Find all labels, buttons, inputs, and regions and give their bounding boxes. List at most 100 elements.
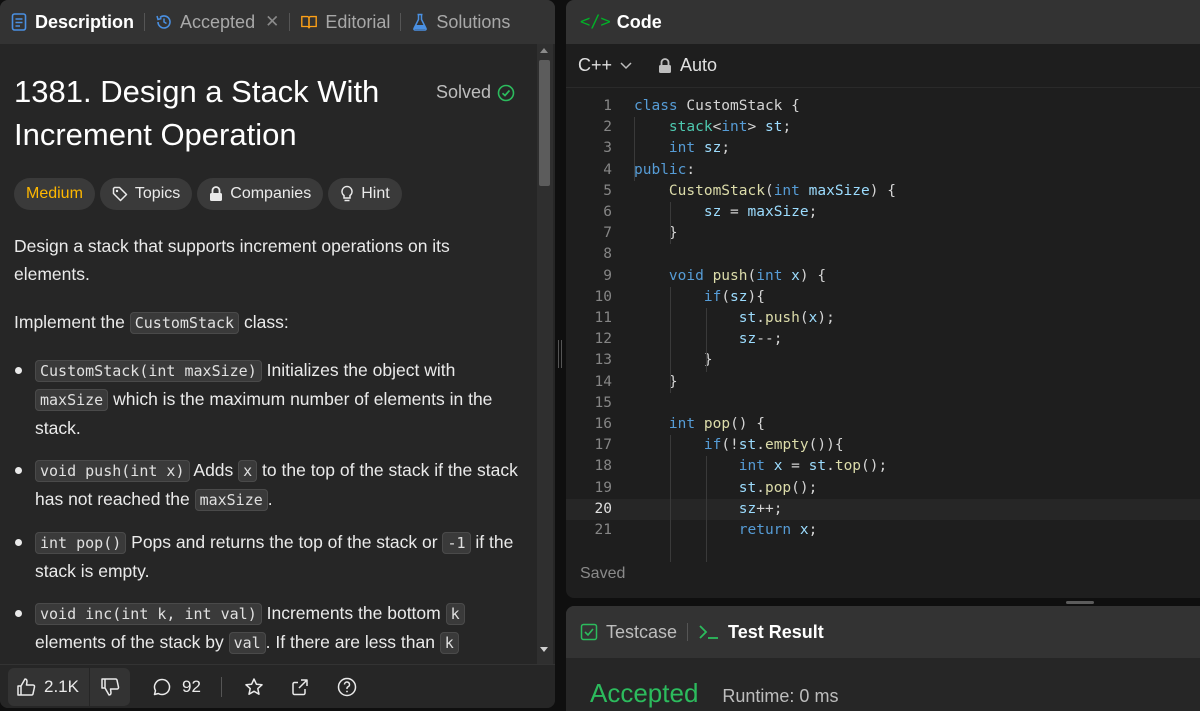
scrollbar-thumb[interactable] bbox=[539, 60, 550, 186]
line-number: 4 bbox=[603, 161, 612, 178]
implement-paragraph: Implement the CustomStack class: bbox=[14, 308, 519, 337]
problem-tags: Medium Topics Companies Hint bbox=[14, 178, 407, 210]
code-line[interactable]: 21 return x; bbox=[566, 520, 1200, 541]
book-icon bbox=[300, 13, 318, 31]
code-line[interactable]: 19 st.pop(); bbox=[566, 478, 1200, 499]
tab-accepted[interactable]: Accepted ✕ bbox=[155, 0, 279, 44]
language-select[interactable]: C++ bbox=[578, 55, 632, 76]
bullet-dot bbox=[15, 610, 22, 617]
code-text: int pop() { bbox=[668, 416, 765, 432]
tab-divider bbox=[144, 13, 146, 31]
code-line[interactable]: 16 int pop() { bbox=[566, 414, 1200, 435]
line-number: 7 bbox=[603, 225, 612, 242]
code-line[interactable]: 14 } bbox=[566, 372, 1200, 393]
code-text: } bbox=[634, 352, 713, 369]
code-line[interactable]: 13 } bbox=[566, 350, 1200, 371]
lightbulb-icon bbox=[340, 185, 354, 203]
code-panel: </> Code C++ Auto 1 class CustomStack {2 … bbox=[566, 0, 1200, 598]
code-line[interactable]: 6 sz = maxSize; bbox=[566, 202, 1200, 223]
code-line[interactable]: 20 sz++; bbox=[566, 498, 1200, 520]
code-line[interactable]: 17 if(!st.empty()){ bbox=[566, 435, 1200, 456]
description-panel: Description Accepted ✕ Editorial Solutio… bbox=[0, 0, 555, 708]
line-number: 19 bbox=[594, 479, 612, 496]
code-line[interactable]: 2 stack<int> st; bbox=[566, 117, 1200, 138]
verdict-label: Accepted bbox=[590, 678, 699, 708]
runtime-label: Runtime: 0 ms bbox=[722, 686, 839, 706]
indent-guide bbox=[670, 286, 671, 393]
help-button[interactable] bbox=[336, 676, 368, 698]
tab-test-result-label: Test Result bbox=[728, 621, 824, 642]
code-text: return x; bbox=[738, 522, 818, 538]
close-icon[interactable]: ✕ bbox=[265, 12, 279, 32]
topics-label: Topics bbox=[134, 185, 181, 202]
code-line[interactable]: 5 CustomStack(int maxSize) { bbox=[566, 181, 1200, 202]
code-text: int sz; bbox=[668, 140, 731, 157]
tab-divider bbox=[289, 13, 291, 31]
inline-code: maxSize bbox=[35, 389, 109, 411]
code-line[interactable]: 1 class CustomStack { bbox=[566, 96, 1200, 117]
language-label: C++ bbox=[578, 55, 613, 75]
indent-guide bbox=[706, 456, 707, 563]
like-button[interactable]: 2.1K bbox=[8, 677, 89, 697]
bullet-text: Initializes the object with bbox=[261, 360, 456, 380]
auto-mode-toggle[interactable]: Auto bbox=[658, 55, 717, 76]
checkbox-icon bbox=[580, 623, 598, 641]
code-text: if(!st.empty()){ bbox=[703, 437, 844, 454]
scroll-up-icon[interactable] bbox=[540, 48, 548, 53]
bullet-dot bbox=[15, 467, 22, 474]
bullet-text: . If there are less than bbox=[265, 632, 440, 652]
lock-icon bbox=[659, 57, 672, 73]
solved-status: Solved bbox=[436, 82, 515, 103]
tab-accepted-label: Accepted bbox=[180, 11, 256, 32]
terminal-icon bbox=[698, 623, 720, 641]
vertical-resize-handle[interactable] bbox=[1066, 601, 1094, 604]
favorite-button[interactable] bbox=[244, 677, 274, 697]
indent-guide bbox=[670, 435, 671, 563]
code-line[interactable]: 18 int x = st.top(); bbox=[566, 456, 1200, 477]
line-number: 16 bbox=[594, 416, 612, 432]
code-line[interactable]: 15 bbox=[566, 393, 1200, 414]
problem-intro: Design a stack that supports increment o… bbox=[14, 236, 450, 284]
bullet-text: elements of the stack by bbox=[35, 632, 229, 652]
code-line[interactable]: 3 int sz; bbox=[566, 138, 1200, 159]
comments-button[interactable]: 92 bbox=[152, 677, 201, 697]
tab-description[interactable]: Description bbox=[10, 0, 134, 44]
tab-editorial[interactable]: Editorial bbox=[300, 0, 390, 44]
code-text: int x = st.top(); bbox=[738, 458, 888, 475]
code-line[interactable]: 4 public: bbox=[566, 160, 1200, 181]
footer-divider bbox=[220, 676, 222, 697]
code-line[interactable]: 11 st.push(x); bbox=[566, 308, 1200, 329]
line-number: 1 bbox=[603, 98, 612, 114]
companies-label: Companies bbox=[230, 185, 312, 202]
code-line[interactable]: 12 sz--; bbox=[566, 329, 1200, 350]
bullet-text: Adds bbox=[189, 460, 239, 480]
difficulty-badge: Medium bbox=[14, 178, 95, 210]
vote-group: 2.1K bbox=[8, 667, 130, 706]
inline-code: -1 bbox=[442, 532, 471, 554]
list-item: void push(int x) Adds x to the top of th… bbox=[14, 456, 519, 514]
line-number: 14 bbox=[594, 373, 612, 390]
share-button[interactable] bbox=[290, 677, 320, 697]
tab-testcase[interactable]: Testcase bbox=[580, 622, 677, 643]
code-text: } bbox=[634, 373, 678, 390]
scroll-down-icon[interactable] bbox=[540, 647, 548, 652]
code-line[interactable]: 8 bbox=[566, 244, 1200, 265]
code-line[interactable]: 7 } bbox=[566, 223, 1200, 244]
hint-button[interactable]: Hint bbox=[328, 178, 402, 210]
tab-solutions[interactable]: Solutions bbox=[411, 0, 510, 44]
lock-icon bbox=[209, 186, 223, 202]
code-line[interactable]: 10 if(sz){ bbox=[566, 287, 1200, 308]
topics-button[interactable]: Topics bbox=[99, 178, 193, 210]
companies-button[interactable]: Companies bbox=[197, 178, 324, 210]
inline-code: void inc(int k, int val) bbox=[35, 603, 262, 625]
code-line[interactable]: 9 void push(int x) { bbox=[566, 266, 1200, 287]
code-text: if(sz){ bbox=[703, 288, 765, 305]
code-text: CustomStack(int maxSize) { bbox=[668, 182, 896, 199]
inline-code: CustomStack(int maxSize) bbox=[35, 360, 262, 382]
bullet-text: . bbox=[267, 489, 273, 509]
dislike-button[interactable] bbox=[90, 677, 130, 697]
line-number: 18 bbox=[594, 458, 612, 475]
tab-test-result[interactable]: Test Result bbox=[698, 622, 824, 643]
panel-resize-handle[interactable] bbox=[558, 340, 562, 368]
thumbs-down-icon bbox=[100, 677, 120, 697]
